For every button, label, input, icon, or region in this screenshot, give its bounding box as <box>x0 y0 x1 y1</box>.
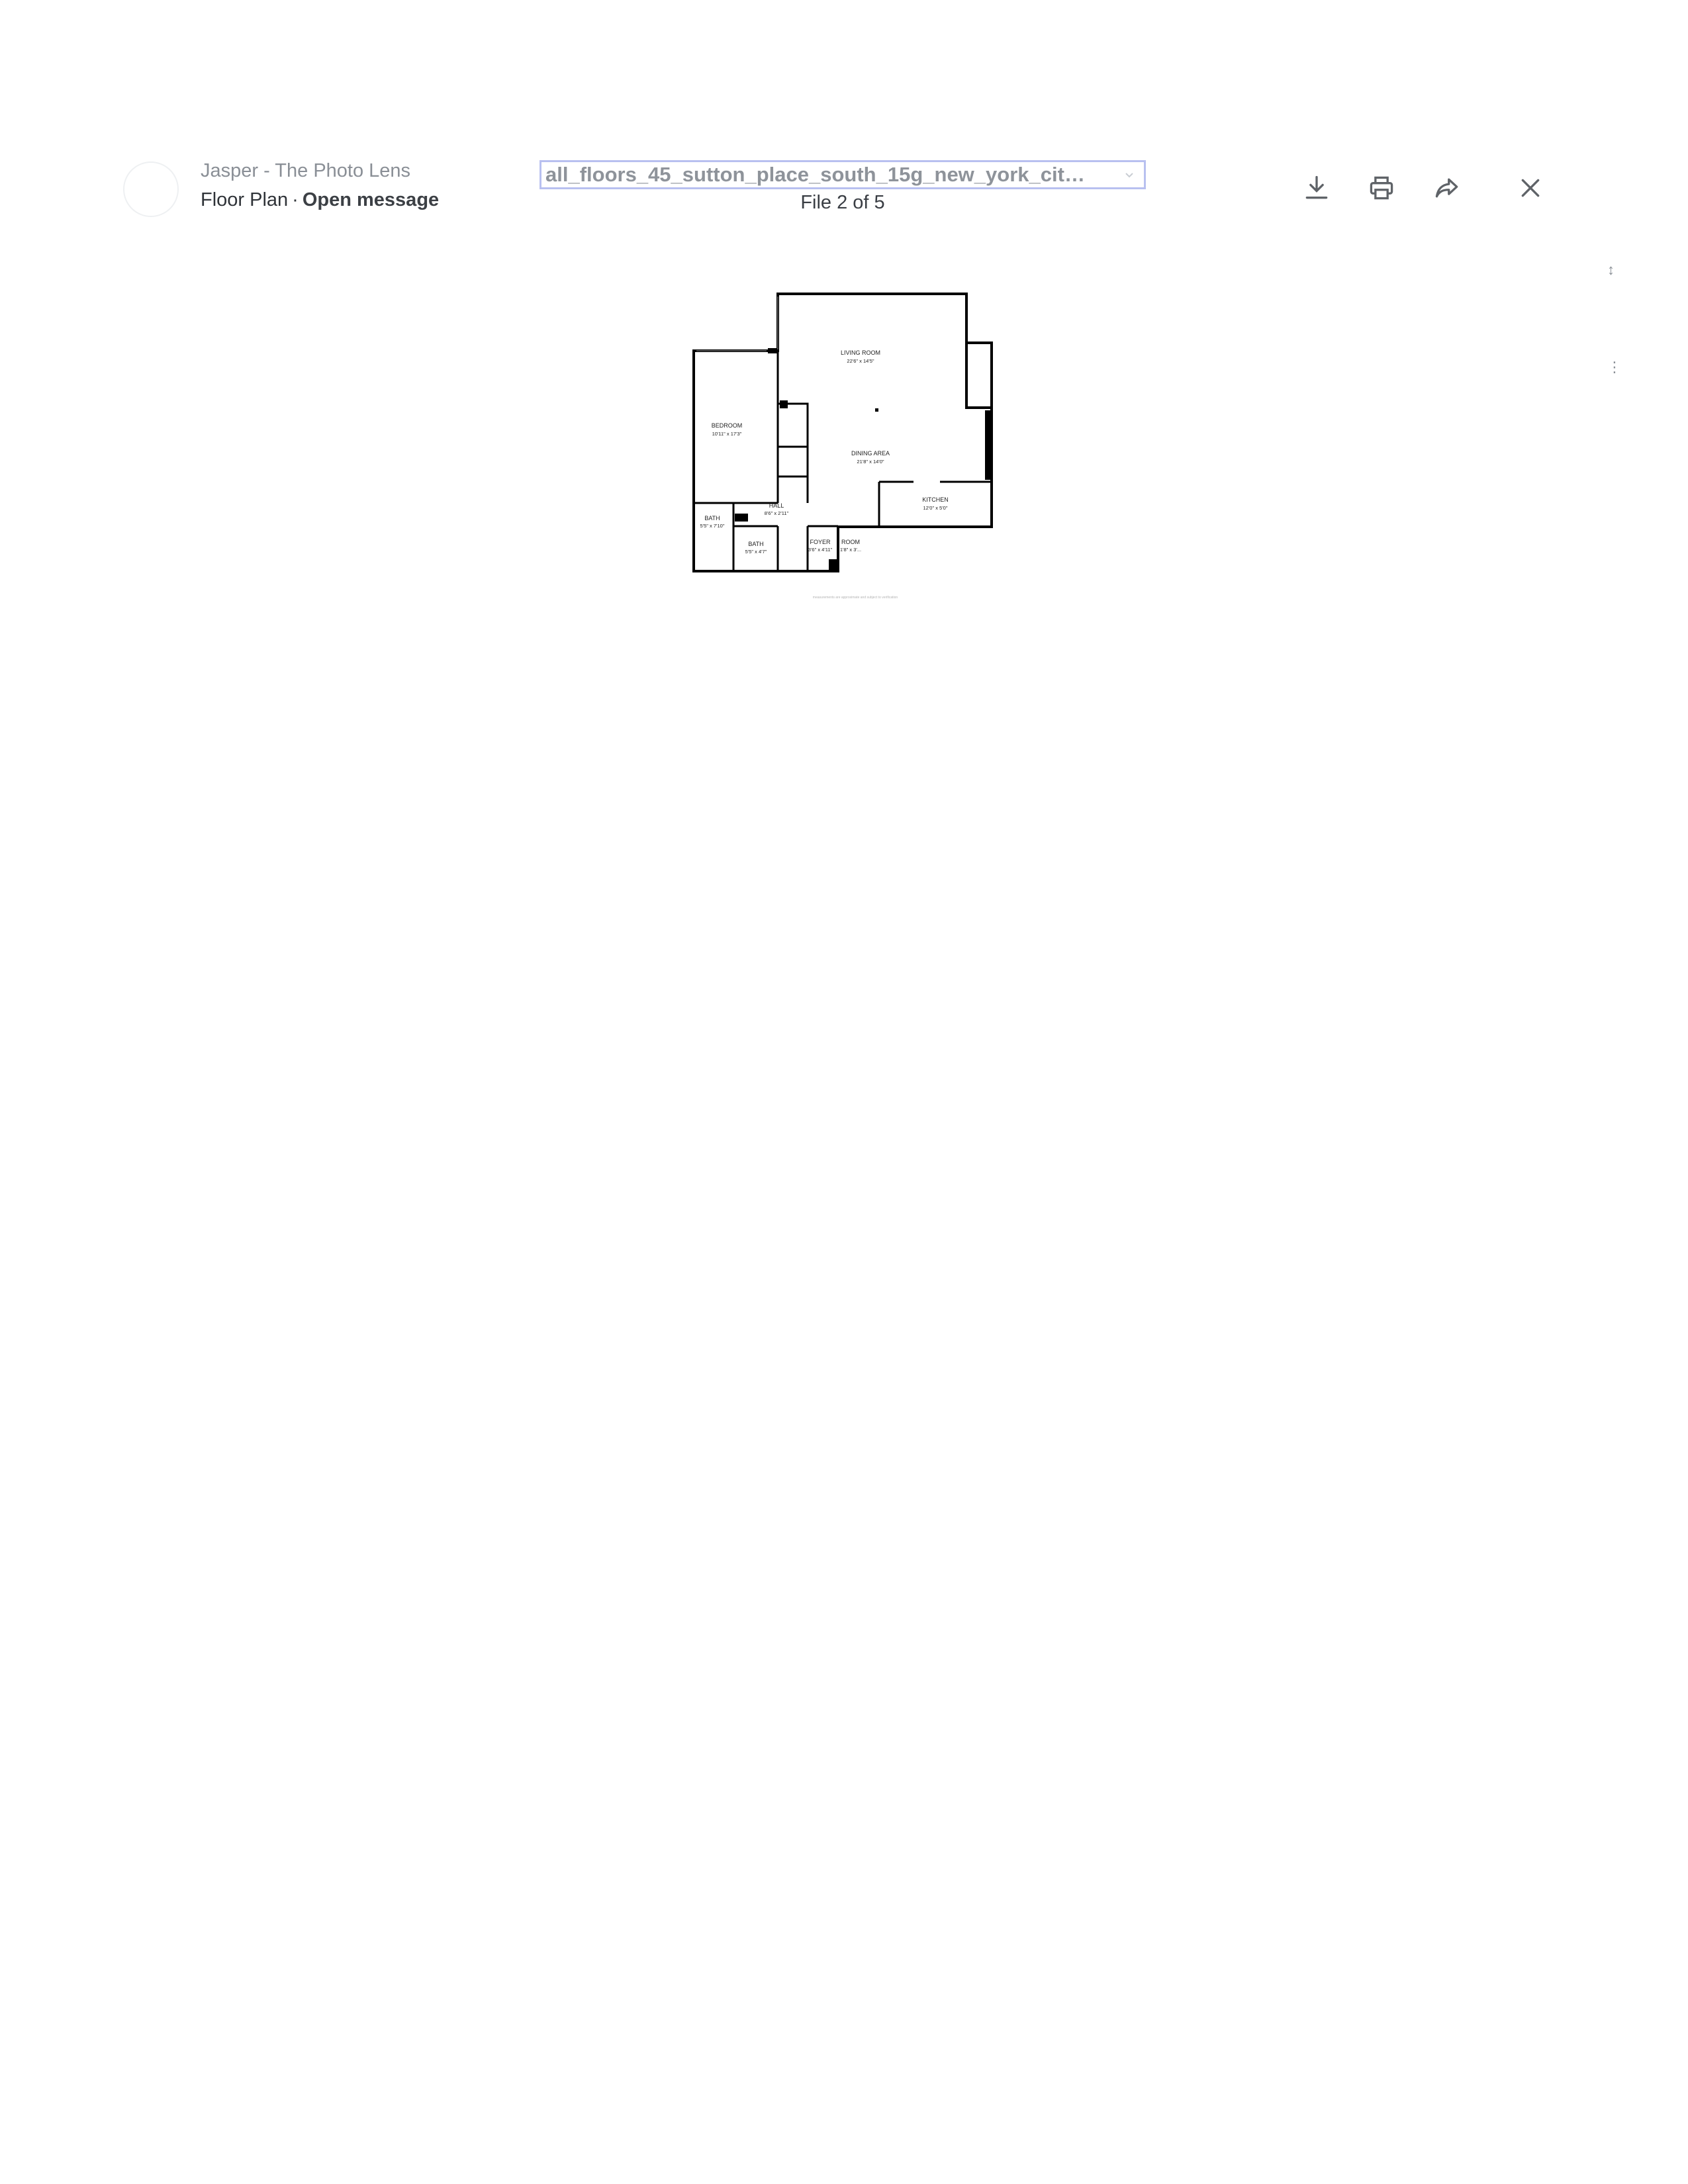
file-counter: File 2 of 5 <box>800 192 885 213</box>
file-name-selector[interactable]: all_floors_45_sutton_place_south_15g_new… <box>539 160 1146 189</box>
room-dimensions: 12'0" x 5'0" <box>923 505 948 511</box>
room-dimensions: 22'6" x 14'5" <box>847 358 874 364</box>
floor-plan-image: LIVING ROOM 22'6" x 14'5" BEDROOM 10'11"… <box>692 293 993 600</box>
room-dimensions: 5'5" x 4'7" <box>745 549 767 555</box>
share-button[interactable] <box>1429 169 1466 206</box>
download-icon <box>1305 175 1328 199</box>
room-label: BATH <box>704 515 720 522</box>
scroll-indicator[interactable]: ↕ <box>1607 261 1615 279</box>
more-options-icon[interactable]: ⋮ <box>1607 359 1622 376</box>
room-dimensions: 1'8" x 3'... <box>840 547 861 553</box>
subject-separator: · <box>292 189 299 210</box>
file-name: all_floors_45_sutton_place_south_15g_new… <box>545 163 1088 186</box>
download-button[interactable] <box>1298 169 1335 206</box>
close-icon <box>1521 179 1540 197</box>
room-label: LIVING ROOM <box>841 349 880 356</box>
share-forward-icon <box>1435 178 1458 198</box>
subject-text: Floor Plan <box>201 189 289 210</box>
room-dimensions: 10'11" x 17'3" <box>712 431 742 437</box>
message-subject-line: Floor Plan · Open message <box>201 189 439 211</box>
room-dimensions: 3'6" x 4'11" <box>808 547 833 553</box>
room-label: DINING AREA <box>851 450 890 457</box>
close-button[interactable] <box>1512 169 1549 206</box>
room-label: FOYER <box>810 539 831 545</box>
room-label: ROOM <box>841 539 860 545</box>
attachment-viewer-header: Jasper - The Photo Lens Floor Plan · Open … <box>0 0 1688 375</box>
room-label: KITCHEN <box>922 496 949 503</box>
chevron-down-icon <box>1125 173 1133 178</box>
room-label: BATH <box>748 541 763 547</box>
room-label: BEDROOM <box>712 422 743 429</box>
open-message-link[interactable]: Open message <box>303 189 439 210</box>
room-dimensions: 21'8" x 14'0" <box>857 459 884 465</box>
room-label: HALL <box>769 502 784 509</box>
floor-plan-preview: LIVING ROOM 22'6" x 14'5" BEDROOM 10'11"… <box>682 278 1013 609</box>
print-button[interactable] <box>1363 169 1400 206</box>
sender-avatar <box>123 161 179 217</box>
room-dimensions: 5'5" x 7'10" <box>700 523 725 529</box>
print-icon <box>1370 176 1393 200</box>
floor-plan-footnote: measurements are approximate and subject… <box>813 596 898 600</box>
room-dimensions: 8'6" x 2'11" <box>765 510 789 516</box>
sender-name: Jasper - The Photo Lens <box>201 160 411 181</box>
